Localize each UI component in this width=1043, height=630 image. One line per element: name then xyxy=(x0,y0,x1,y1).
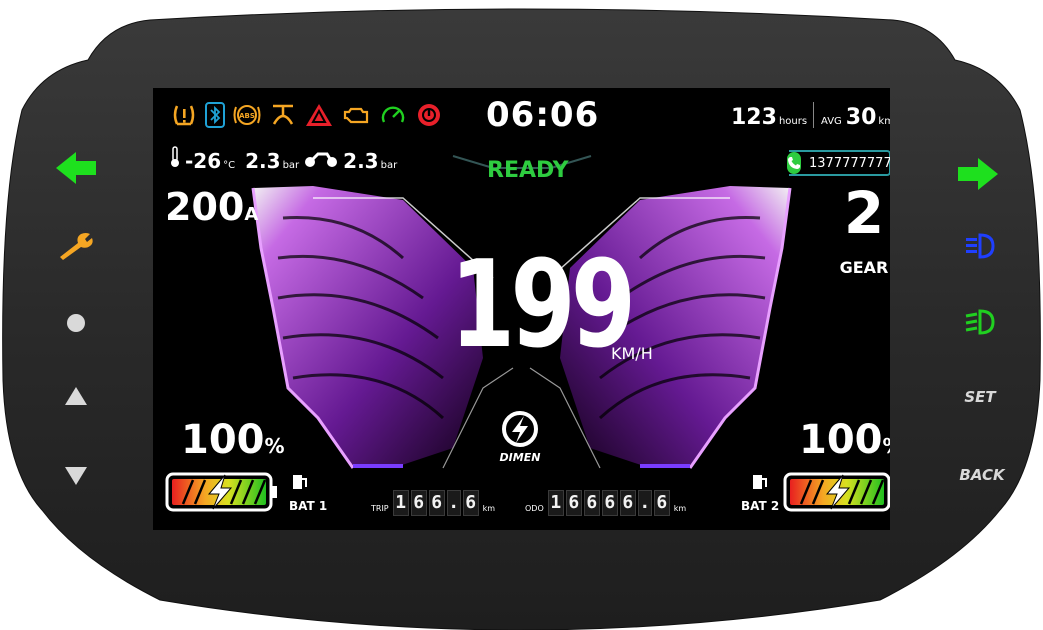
tire-rear-value: 2.3 xyxy=(343,149,379,173)
battery2-charger-icon xyxy=(751,473,769,495)
svg-text:ABS: ABS xyxy=(239,112,255,120)
phone-call-bar[interactable]: 13777777777 xyxy=(787,150,890,176)
back-button[interactable]: BACK xyxy=(952,462,1012,488)
hours-unit: hours xyxy=(778,116,808,127)
battery2-percent-value: 100 xyxy=(799,417,883,463)
down-arrow-button[interactable] xyxy=(54,458,98,494)
odo-digit: 1 xyxy=(547,490,564,516)
gear-label: GEAR xyxy=(839,258,889,277)
tire-front-value: 2.3 xyxy=(245,149,281,173)
trip-meter: TRIP 166.6 km xyxy=(371,490,495,516)
tire-pressure-warning-icon xyxy=(171,102,197,128)
low-beam-icon xyxy=(958,304,1002,340)
tire-rear-unit: bar xyxy=(380,160,398,171)
odometer: ODO 16666.6 km xyxy=(525,490,686,516)
up-arrow-button[interactable] xyxy=(54,378,98,414)
speed-unit: KM/H xyxy=(611,344,653,363)
hours-value: 123 xyxy=(731,105,777,130)
odo-digit: 6 xyxy=(619,490,636,516)
high-beam-icon xyxy=(958,228,1002,264)
trip-digit: 6 xyxy=(462,490,479,516)
trip-label: TRIP xyxy=(371,504,389,513)
odo-digit: 6 xyxy=(565,490,582,516)
current-value: 200 xyxy=(165,185,245,229)
trip-unit: km xyxy=(482,504,496,513)
battery1-label: BAT 1 xyxy=(289,499,328,513)
set-button[interactable]: SET xyxy=(952,384,1008,410)
battery2-percent-unit: % xyxy=(883,434,891,458)
tire-front-unit: bar xyxy=(282,160,300,171)
right-turn-signal-icon xyxy=(956,156,1000,192)
gear-value: 2 xyxy=(843,179,885,247)
avg-label: AVG xyxy=(821,116,842,127)
phone-number: 13777777777 xyxy=(809,155,890,171)
engine-check-icon xyxy=(341,102,371,128)
temperature-unit: °C xyxy=(223,160,236,171)
ready-indicator: READY xyxy=(487,158,569,183)
brand-name: DIMEN xyxy=(499,451,541,464)
battery1-gauge xyxy=(165,472,279,512)
left-turn-signal-icon xyxy=(54,150,98,186)
abs-warning-icon: ABS xyxy=(233,102,261,128)
odo-label: ODO xyxy=(525,504,544,513)
brand-logo: DIMEN xyxy=(495,410,545,470)
trip-digit: 1 xyxy=(392,490,409,516)
cruise-control-icon xyxy=(379,102,407,128)
avg-value: 30 xyxy=(845,105,877,130)
avg-unit: km/h xyxy=(878,116,890,127)
brake-warning-icon xyxy=(415,102,443,128)
phone-icon xyxy=(787,152,801,174)
odo-digit: 6 xyxy=(653,490,670,516)
battery2-gauge xyxy=(783,472,890,512)
ride-hours: 123 hours xyxy=(731,107,807,129)
traction-control-icon xyxy=(269,102,297,128)
odo-unit: km xyxy=(673,504,687,513)
average-speed: AVG30km/h xyxy=(821,107,890,129)
current-unit: A xyxy=(244,204,259,225)
trip-digits: 166.6 xyxy=(392,490,481,516)
wrench-icon[interactable] xyxy=(54,228,98,264)
environment-row: -26 °C 2.3 bar 2.3 bar xyxy=(169,146,397,171)
clock-time: 06:06 xyxy=(486,95,600,135)
trip-digit: 6 xyxy=(428,490,445,516)
temperature-value: -26 xyxy=(185,149,222,173)
dashboard-screen: ABS 06:06 123hours AVG30km/h -26°C 2.3ba… xyxy=(153,88,890,530)
speed-value: 199 xyxy=(450,236,636,375)
bluetooth-icon xyxy=(205,102,225,128)
odo-digit: . xyxy=(637,490,652,516)
trip-digit: 6 xyxy=(410,490,427,516)
battery1-percent-value: 100 xyxy=(181,417,265,463)
thermometer-icon xyxy=(169,146,181,171)
odo-digits: 16666.6 xyxy=(547,490,672,516)
status-divider xyxy=(813,102,814,128)
battery1-percent-unit: % xyxy=(264,434,285,458)
hazard-icon xyxy=(305,102,333,128)
battery1-percent: 100% xyxy=(181,420,285,460)
battery1-charger-icon xyxy=(291,473,309,495)
motor-current: 200A xyxy=(165,188,258,226)
warning-icon-row: ABS xyxy=(171,102,443,128)
battery2-label: BAT 2 xyxy=(741,499,780,513)
trip-digit: . xyxy=(446,490,461,516)
odo-digit: 6 xyxy=(601,490,618,516)
select-dot-button[interactable] xyxy=(54,305,98,341)
odo-digit: 6 xyxy=(583,490,600,516)
battery2-percent: 100% xyxy=(799,420,890,460)
motorcycle-icon xyxy=(303,148,339,171)
